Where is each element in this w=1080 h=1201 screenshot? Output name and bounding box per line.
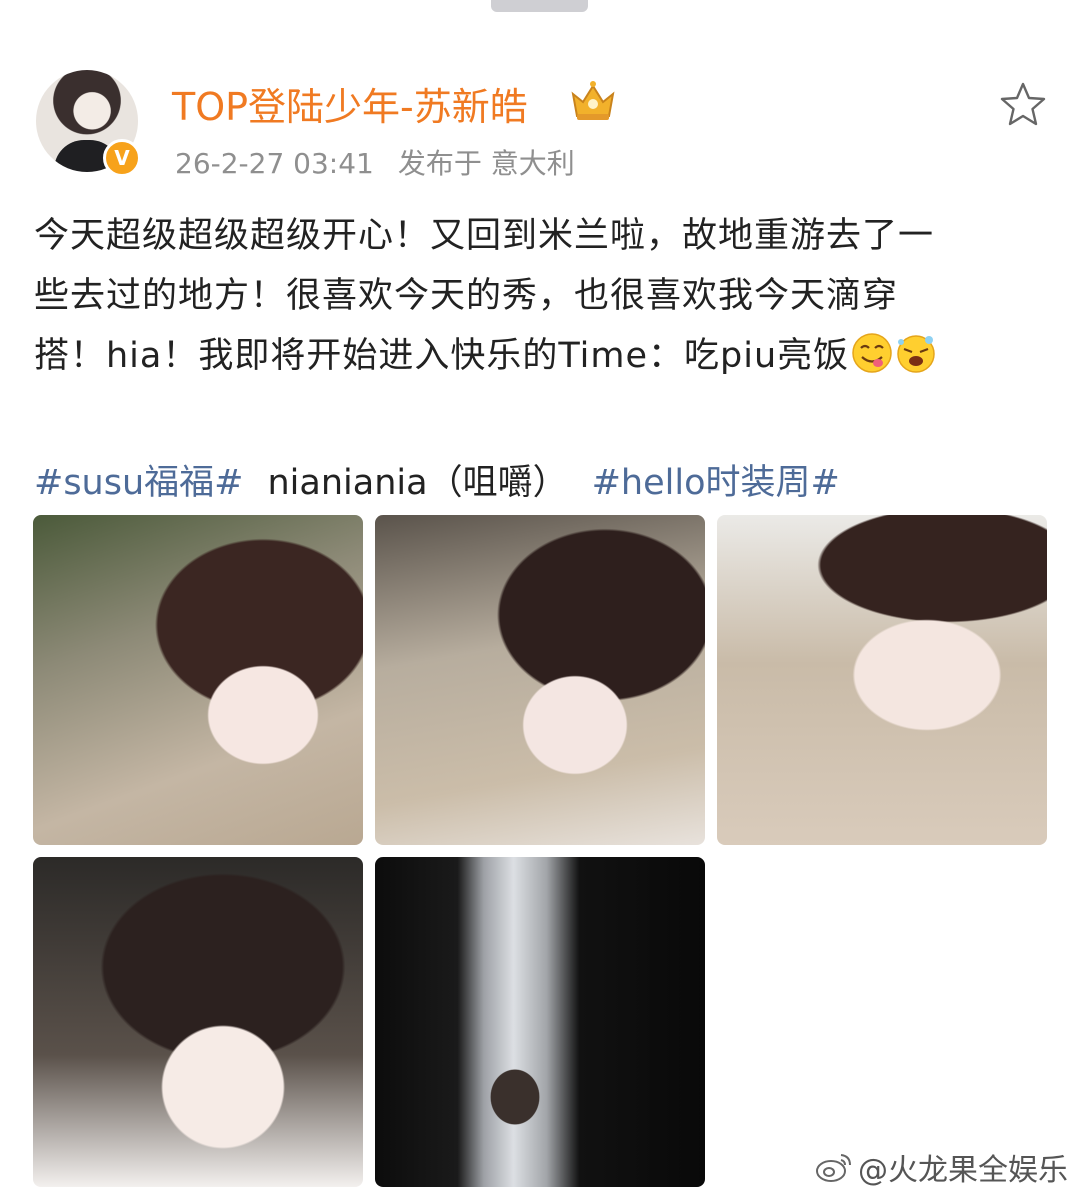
photo-2[interactable] (375, 515, 705, 845)
photo-3[interactable] (717, 515, 1047, 845)
tag-text: nianiania（咀嚼） (267, 463, 568, 503)
post-text: 今天超级超级超级开心！又回到米兰啦，故地重游去了一 些去过的地方！很喜欢今天的秀… (34, 206, 1054, 386)
watermark: @火龙果全娱乐 (814, 1145, 1068, 1189)
photo-5[interactable] (375, 857, 705, 1187)
post-text-line: 些去过的地方！很喜欢今天的秀，也很喜欢我今天滴穿 (34, 276, 899, 316)
star-icon[interactable] (998, 80, 1048, 128)
hashtag-susu[interactable]: #susu福福# (34, 463, 244, 503)
timestamp: 26-2-27 03:41 (175, 147, 374, 180)
location: 发布于 意大利 (397, 147, 575, 180)
photo-1[interactable] (33, 515, 363, 845)
username[interactable]: TOP登陆少年-苏新皓 (172, 76, 528, 131)
crown-icon (571, 81, 615, 120)
smiling-face-icon (852, 333, 892, 373)
weibo-post-screen: V TOP登陆少年-苏新皓 26-2-27 03:41 发布于 意大利 今天超级超… (0, 0, 1080, 1201)
tag-row: #susu福福# nianiania（咀嚼） #hello时装周# (34, 454, 840, 505)
post-text-line: 搭！hia！我即将开始进入快乐的Time：吃piu亮饭 (34, 326, 1054, 386)
post-text-line: 今天超级超级超级开心！又回到米兰啦，故地重游去了一 (34, 216, 935, 256)
verified-badge-icon: V (103, 139, 141, 177)
post-meta: 26-2-27 03:41 发布于 意大利 (175, 142, 575, 182)
sheet-drag-handle[interactable] (491, 0, 588, 12)
exploding-laugh-icon (897, 335, 935, 373)
weibo-icon (816, 1154, 851, 1182)
watermark-text: @火龙果全娱乐 (858, 1153, 1068, 1188)
photo-4[interactable] (33, 857, 363, 1187)
hashtag-hello-fashion-week[interactable]: #hello时装周# (592, 463, 840, 503)
